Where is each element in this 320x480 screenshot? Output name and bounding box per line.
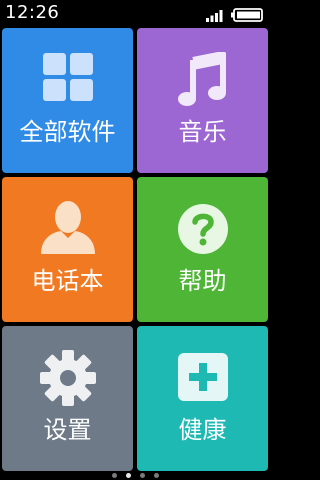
tile-help[interactable]: 帮助	[137, 177, 268, 322]
tile-music[interactable]: 音乐	[137, 28, 268, 173]
question-mark-icon	[178, 204, 228, 254]
page-dot[interactable]	[139, 473, 145, 478]
medical-plus-icon	[178, 353, 228, 401]
tile-health[interactable]: 健康	[137, 326, 268, 471]
tile-all-apps-label: 全部软件	[19, 118, 116, 146]
grid-icon	[43, 53, 93, 101]
page-dot-active[interactable]	[125, 473, 131, 478]
tile-all-apps[interactable]: 全部软件	[2, 28, 133, 173]
battery-icon	[231, 8, 263, 22]
page-indicator	[0, 471, 270, 480]
tile-health-label: 健康	[178, 416, 227, 444]
page-dot[interactable]	[111, 473, 117, 478]
tile-help-label: 帮助	[178, 267, 227, 295]
status-time: 12:26	[5, 2, 60, 23]
tile-phonebook-label: 电话本	[31, 267, 104, 295]
status-bar: 12:26	[0, 0, 270, 28]
music-note-icon	[178, 52, 226, 106]
signal-bars-icon	[206, 10, 223, 22]
tile-music-label: 音乐	[178, 118, 227, 146]
page-dot[interactable]	[153, 473, 159, 478]
gear-icon	[40, 350, 96, 406]
contact-person-icon	[41, 201, 95, 254]
tile-phonebook[interactable]: 电话本	[2, 177, 133, 322]
tile-settings[interactable]: 设置	[2, 326, 133, 471]
tile-settings-label: 设置	[43, 416, 92, 444]
